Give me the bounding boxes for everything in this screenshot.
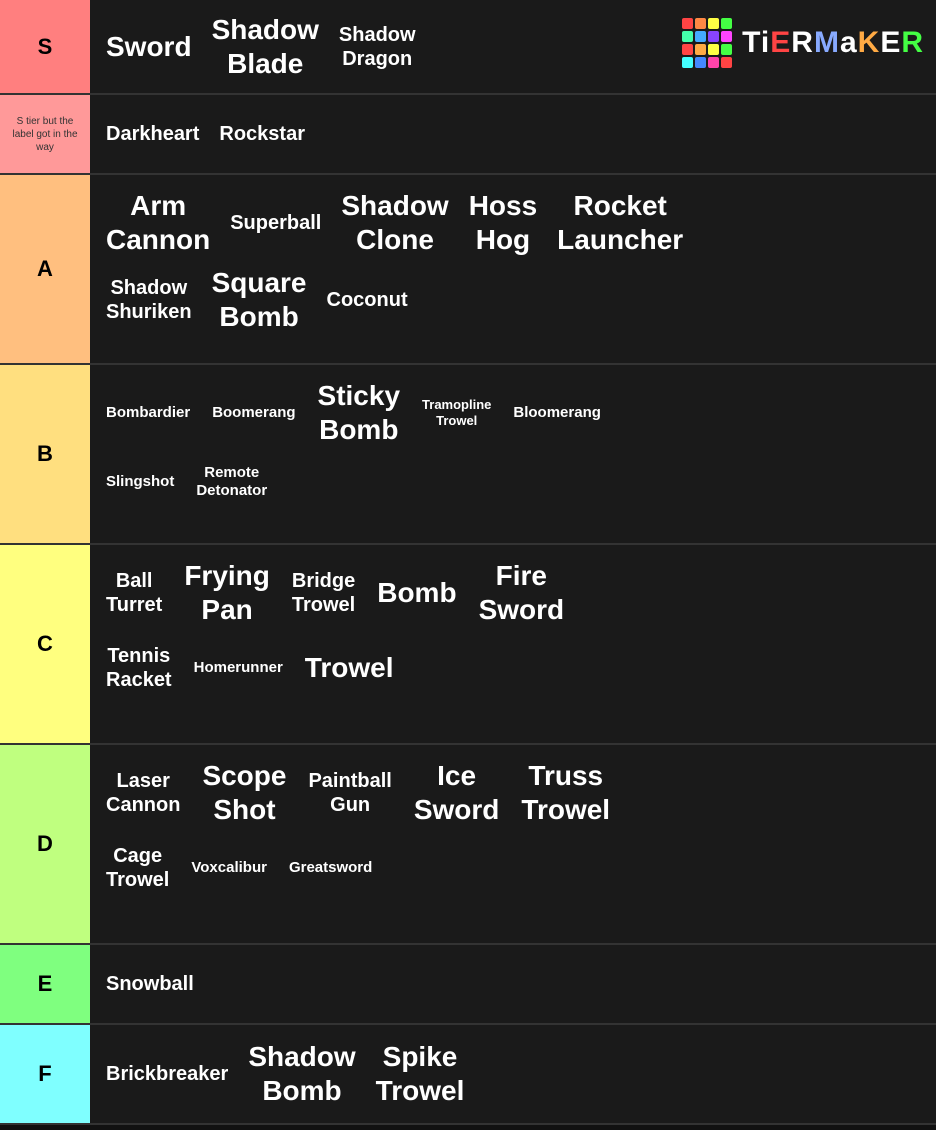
item-greatsword: Greatsword [281, 855, 380, 881]
item-shadow-bomb: Shadow Bomb [240, 1036, 363, 1111]
item-ice-sword: Ice Sword [406, 755, 508, 830]
item-superball: Superball [222, 207, 329, 239]
tier-content-c: Ball Turret Frying Pan Bridge Trowel Bom… [90, 545, 936, 743]
tier-label-b: B [0, 365, 90, 543]
tier-label-c: C [0, 545, 90, 743]
tier-row-s2: S tier but the label got in the way Dark… [0, 95, 936, 175]
item-boomerang-b1: Boomerang [204, 400, 303, 426]
item-frying-pan: Frying Pan [176, 555, 278, 630]
tier-row-f: F Brickbreaker Shadow Bomb Spike Trowel [0, 1025, 936, 1125]
tier-content-d: Laser Cannon Scope Shot Paintball Gun Ic… [90, 745, 936, 943]
item-tramopline-trowel: Tramopline Trowel [414, 393, 499, 432]
item-scope-shot: Scope Shot [194, 755, 294, 830]
item-spike-trowel: Spike Trowel [368, 1036, 473, 1111]
tier-row-e: E Snowball [0, 945, 936, 1025]
tier-row-c: C Ball Turret Frying Pan Bridge Trowel B… [0, 545, 936, 745]
item-rockstar: Rockstar [211, 118, 313, 150]
item-shadow-clone: Shadow Clone [333, 185, 456, 260]
item-truss-trowel: Truss Trowel [513, 755, 618, 830]
item-rocket-launcher: Rocket Launcher [549, 185, 691, 260]
item-shadow-shuriken: Shadow Shuriken [98, 272, 200, 328]
item-laser-cannon: Laser Cannon [98, 765, 188, 821]
tier-label-e: E [0, 945, 90, 1023]
logo-grid [682, 18, 732, 68]
item-slingshot: Slingshot [98, 469, 182, 495]
item-brickbreaker: Brickbreaker [98, 1058, 236, 1090]
tier-label-a: A [0, 175, 90, 363]
item-square-bomb: Square Bomb [204, 262, 315, 337]
item-shadow-dragon: Shadow Dragon [331, 19, 424, 75]
item-hoss-hog: Hoss Hog [461, 185, 545, 260]
item-sticky-bomb: Sticky Bomb [310, 375, 409, 450]
tier-row-b: B Bombardier Boomerang Sticky Bomb Tramo… [0, 365, 936, 545]
tier-content-f: Brickbreaker Shadow Bomb Spike Trowel [90, 1025, 936, 1123]
tier-label-s: S [0, 0, 90, 93]
item-sword: Sword [98, 26, 200, 68]
item-coconut: Coconut [319, 284, 416, 316]
tier-row-a: A Arm Cannon Superball Shadow Clone Hoss… [0, 175, 936, 365]
item-arm-cannon: Arm Cannon [98, 185, 218, 260]
item-paintball-gun: Paintball Gun [300, 765, 399, 821]
tiermaker-logo-text: TiERMaKER [742, 26, 924, 60]
tier-content-a: Arm Cannon Superball Shadow Clone Hoss H… [90, 175, 936, 363]
tier-label-f: F [0, 1025, 90, 1123]
tier-content-b: Bombardier Boomerang Sticky Bomb Tramopl… [90, 365, 936, 543]
item-bridge-trowel: Bridge Trowel [284, 565, 363, 621]
item-trowel: Trowel [297, 647, 402, 689]
item-fire-sword: Fire Sword [471, 555, 573, 630]
item-voxcalibur: Voxcalibur [183, 855, 275, 881]
item-bomb: Bomb [369, 572, 464, 614]
tier-content-e: Snowball [90, 945, 936, 1023]
item-bloomerang: Bloomerang [505, 400, 609, 426]
tier-label-s2: S tier but the label got in the way [0, 95, 90, 173]
item-shadow-blade: Shadow Blade [204, 9, 327, 84]
item-tennis-racket: Tennis Racket [98, 640, 180, 696]
tier-row-d: D Laser Cannon Scope Shot Paintball Gun … [0, 745, 936, 945]
item-remote-detonator: Remote Detonator [188, 460, 275, 504]
item-snowball: Snowball [98, 968, 202, 1000]
tier-content-s2: Darkheart Rockstar [90, 95, 936, 173]
item-darkheart: Darkheart [98, 118, 207, 150]
item-bombardier: Bombardier [98, 400, 198, 426]
item-ball-turret: Ball Turret [98, 565, 170, 621]
tier-label-d: D [0, 745, 90, 943]
item-homerunner: Homerunner [186, 655, 291, 681]
item-cage-trowel: Cage Trowel [98, 840, 177, 896]
